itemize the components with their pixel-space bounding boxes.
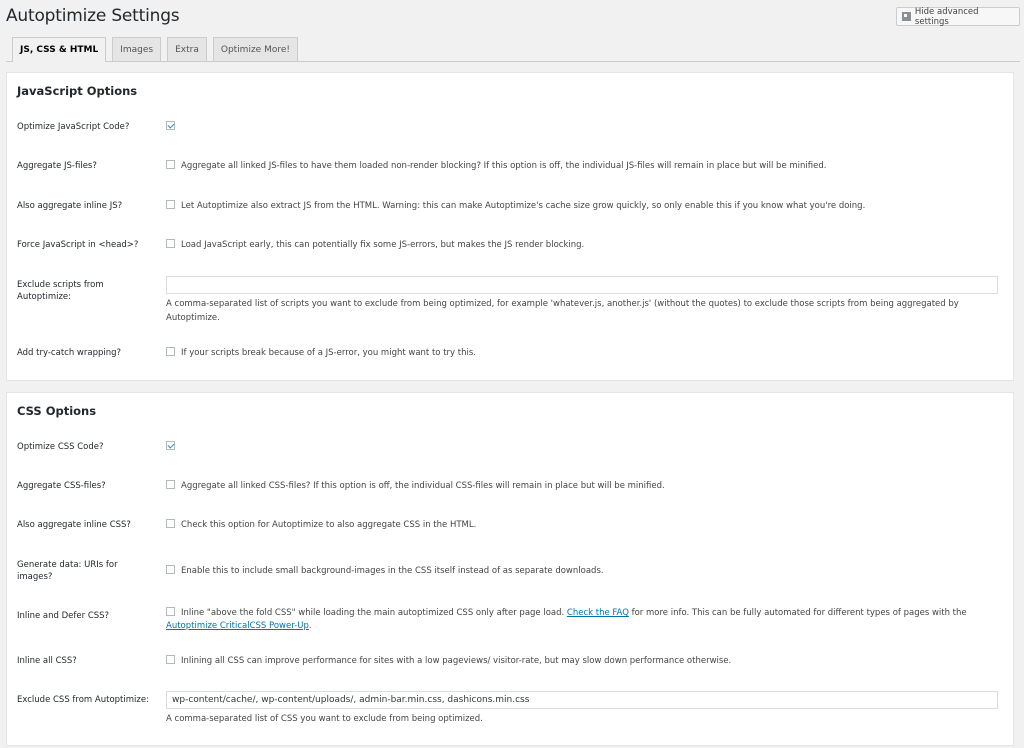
inline-css-checkbox[interactable] xyxy=(166,519,175,528)
tab-images[interactable]: Images xyxy=(112,37,162,61)
aggregate-js-checkbox[interactable] xyxy=(166,160,175,169)
tab-extra[interactable]: Extra xyxy=(167,37,207,61)
inline-defer-css-text-a: Inline "above the fold CSS" while loadin… xyxy=(181,608,565,618)
settings-toggle-icon xyxy=(902,12,911,21)
inline-js-text: Let Autoptimize also extract JS from the… xyxy=(181,201,866,211)
inline-js-label: Also aggregate inline JS? xyxy=(17,201,123,211)
exclude-css-label: Exclude CSS from Autoptimize: xyxy=(17,695,149,705)
aggregate-css-label: Aggregate CSS-files? xyxy=(17,481,106,491)
css-options-heading: CSS Options xyxy=(17,404,97,418)
data-uris-label-line1: Generate data: URIs for xyxy=(17,560,118,570)
try-catch-text: If your scripts break because of a JS-er… xyxy=(181,348,476,358)
javascript-options-panel: JavaScript Options Optimize JavaScript C… xyxy=(6,72,1014,381)
inline-all-css-checkbox[interactable] xyxy=(166,655,175,664)
exclude-scripts-label: Exclude scripts from Autoptimize: xyxy=(17,279,157,303)
inline-defer-css-text-c: . xyxy=(308,621,312,631)
data-uris-checkbox[interactable] xyxy=(166,565,175,574)
optimize-js-label: Optimize JavaScript Code? xyxy=(17,122,130,132)
inline-defer-css-text-b: for more info. This can be fully automat… xyxy=(631,608,967,618)
aggregate-js-label: Aggregate JS-files? xyxy=(17,161,97,171)
inline-defer-css-checkbox[interactable] xyxy=(166,607,175,616)
optimize-css-label: Optimize CSS Code? xyxy=(17,442,104,452)
tab-optimize-more[interactable]: Optimize More! xyxy=(212,37,298,61)
exclude-scripts-label-line1: Exclude scripts from xyxy=(17,280,104,290)
exclude-css-description: A comma-separated list of CSS you want t… xyxy=(166,714,483,724)
data-uris-label: Generate data: URIs for images? xyxy=(17,559,157,583)
force-js-head-checkbox[interactable] xyxy=(166,239,175,248)
aggregate-css-checkbox[interactable] xyxy=(166,480,175,489)
data-uris-text: Enable this to include small background-… xyxy=(181,566,604,576)
aggregate-js-text: Aggregate all linked JS-files to have th… xyxy=(181,161,827,171)
exclude-css-input[interactable] xyxy=(166,691,998,709)
hide-advanced-settings-label: Hide advanced settings xyxy=(914,6,979,27)
css-options-panel: CSS Options Optimize CSS Code? Aggregate… xyxy=(6,392,1014,746)
data-uris-label-line2: images? xyxy=(17,572,53,582)
exclude-scripts-input[interactable] xyxy=(166,276,998,294)
aggregate-css-text: Aggregate all linked CSS-files? If this … xyxy=(181,481,665,491)
check-faq-link[interactable]: Check the FAQ xyxy=(567,608,629,618)
criticalcss-powerup-link[interactable]: Autoptimize CriticalCSS Power-Up xyxy=(166,621,309,631)
try-catch-checkbox[interactable] xyxy=(166,347,175,356)
force-js-head-text: Load JavaScript early, this can potentia… xyxy=(181,240,585,250)
try-catch-label: Add try-catch wrapping? xyxy=(17,348,122,358)
optimize-js-checkbox[interactable] xyxy=(166,121,175,130)
javascript-options-heading: JavaScript Options xyxy=(17,84,138,98)
hide-advanced-settings-button[interactable]: Hide advanced settings xyxy=(896,6,1020,27)
inline-all-css-text: Inlining all CSS can improve performance… xyxy=(181,656,732,666)
inline-all-css-label: Inline all CSS? xyxy=(17,656,77,666)
inline-css-label: Also aggregate inline CSS? xyxy=(17,520,131,530)
exclude-scripts-description: A comma-separated list of scripts you wa… xyxy=(166,299,959,323)
optimize-css-checkbox[interactable] xyxy=(166,441,175,450)
force-js-head-label: Force JavaScript in <head>? xyxy=(17,240,139,250)
inline-defer-css-label: Inline and Defer CSS? xyxy=(17,611,110,621)
inline-js-checkbox[interactable] xyxy=(166,200,175,209)
tab-js-css-html[interactable]: JS, CSS & HTML xyxy=(12,37,107,62)
exclude-scripts-label-line2: Autoptimize: xyxy=(17,292,72,302)
inline-css-text: Check this option for Autoptimize to als… xyxy=(181,520,477,530)
page-title: Autoptimize Settings xyxy=(6,6,180,26)
settings-tabs: JS, CSS & HTML Images Extra Optimize Mor… xyxy=(6,37,1020,62)
